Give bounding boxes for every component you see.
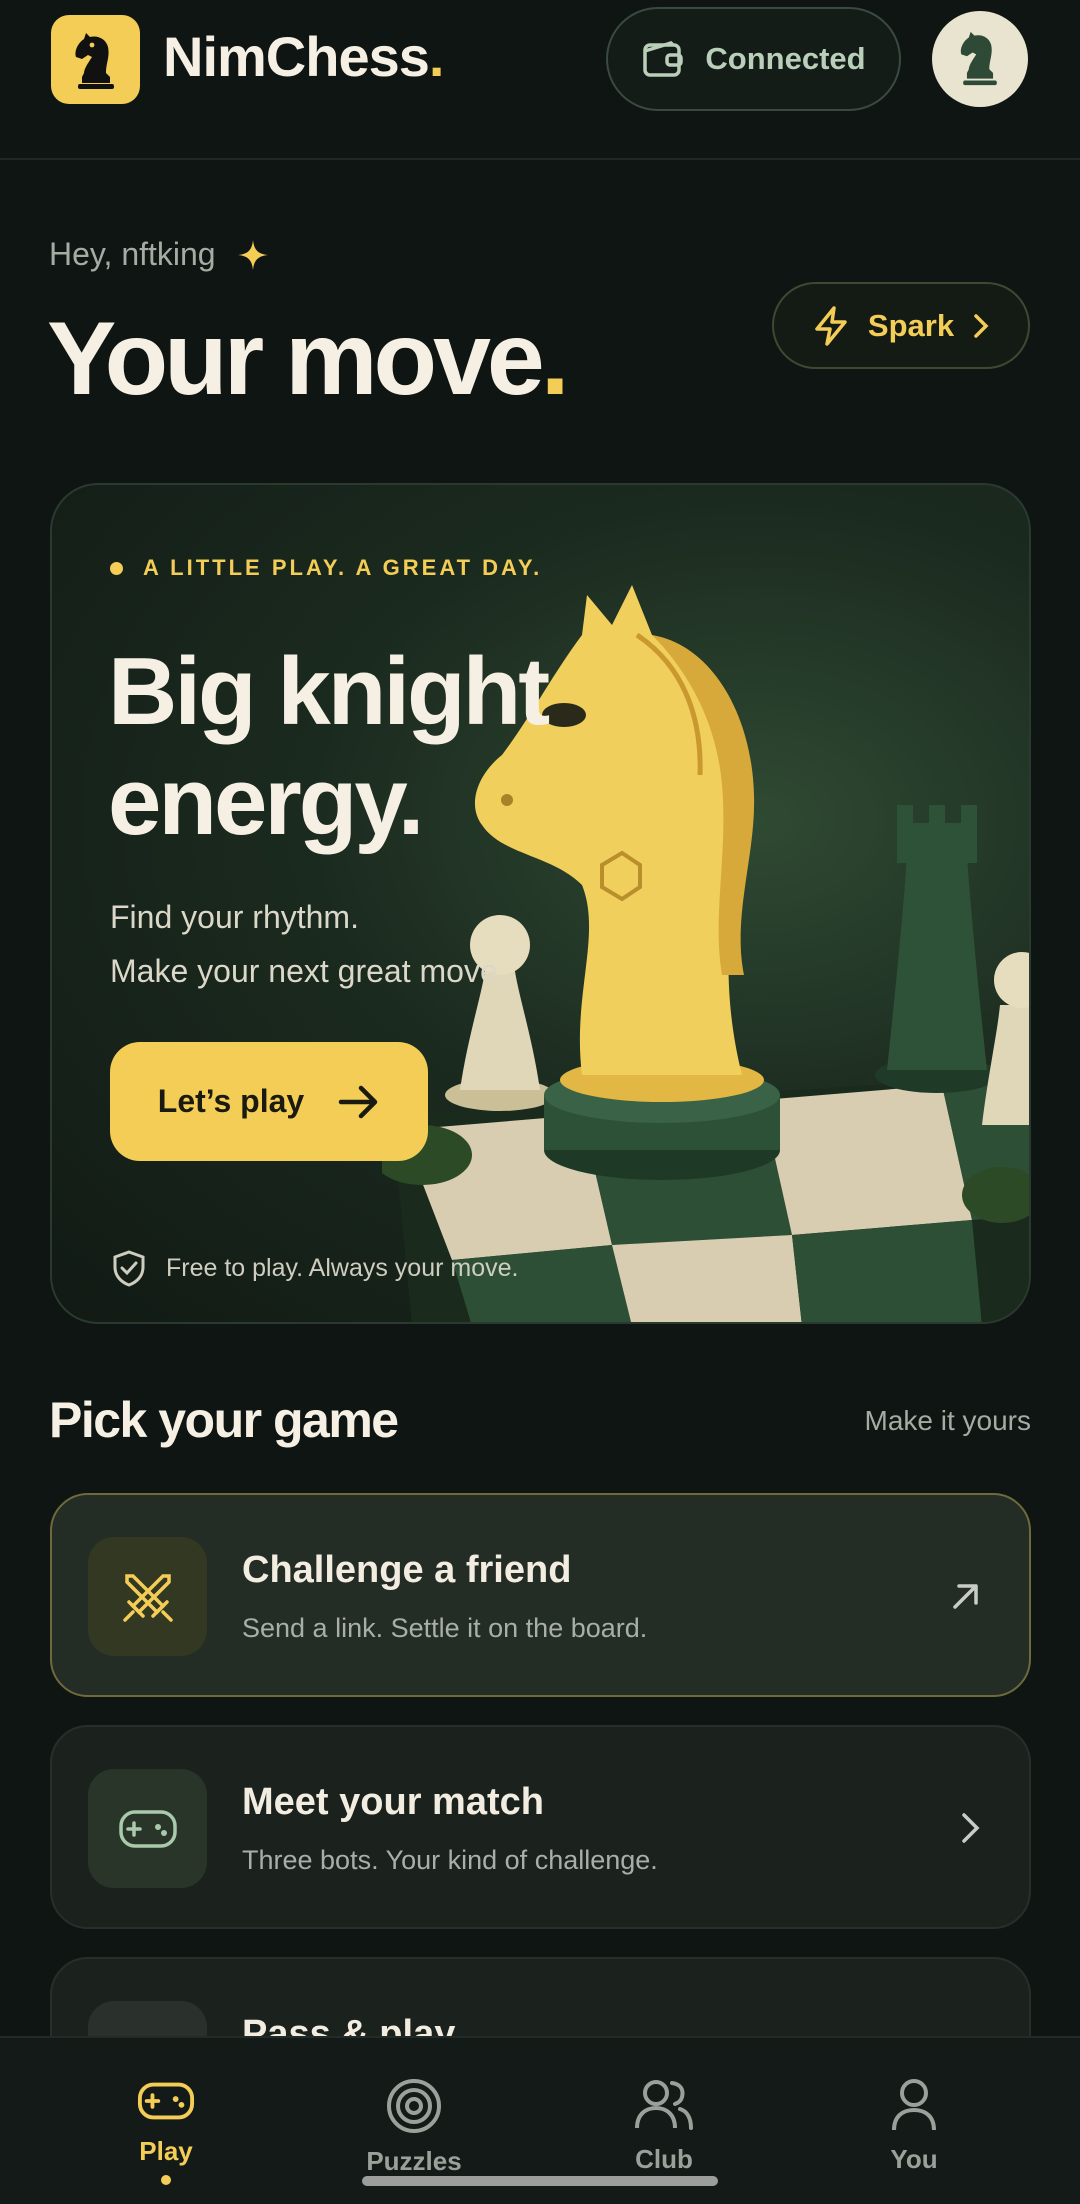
hero-title-line1: Big knight xyxy=(108,638,550,745)
hero-title: Big knight energy. xyxy=(108,637,608,857)
lets-play-button[interactable]: Let’s play xyxy=(110,1042,428,1161)
arrow-up-right-icon xyxy=(953,1584,978,1609)
hero-subtitle: Find your rhythm. Make your next great m… xyxy=(110,890,507,998)
eyebrow-dot xyxy=(110,561,123,575)
hero-subtitle-line2: Make your next great move. xyxy=(110,953,507,989)
wallet-status-label: Connected xyxy=(705,41,866,76)
sparkle-icon xyxy=(237,239,268,270)
page-title: Your move. xyxy=(47,300,570,419)
nav-you[interactable]: You xyxy=(834,2078,994,2175)
hero-footnote-text: Free to play. Always your move. xyxy=(166,1253,519,1282)
brand-text: NimChess xyxy=(163,25,430,88)
challenge-friend-card[interactable]: Challenge a friend Send a link. Settle i… xyxy=(50,1493,1031,1697)
nav-label-puzzles: Puzzles xyxy=(366,2146,462,2176)
home-indicator[interactable] xyxy=(362,2176,718,2186)
gamepad-icon xyxy=(137,2082,195,2120)
hero-card: A LITTLE PLAY. A GREAT DAY. Big knight e… xyxy=(50,483,1031,1324)
hero-eyebrow: A LITTLE PLAY. A GREAT DAY. xyxy=(110,555,542,581)
nav-club[interactable]: Club xyxy=(584,2078,744,2175)
greeting: Hey, nftking xyxy=(49,236,270,273)
chevron-right-icon xyxy=(962,1813,980,1843)
hero-footnote: Free to play. Always your move. xyxy=(112,1249,518,1287)
meet-your-match-card[interactable]: Meet your match Three bots. Your kind of… xyxy=(50,1725,1031,1929)
greeting-text: Hey, nftking xyxy=(49,236,216,272)
hero-eyebrow-text: A LITTLE PLAY. A GREAT DAY. xyxy=(143,555,543,580)
swords-icon xyxy=(88,1537,207,1656)
hero-subtitle-line1: Find your rhythm. xyxy=(110,899,359,935)
spark-button[interactable]: Spark xyxy=(772,282,1030,369)
mode-title: Challenge a friend xyxy=(242,1549,572,1591)
nav-label-play: Play xyxy=(139,2136,193,2166)
mode-subtitle: Three bots. Your kind of challenge. xyxy=(242,1845,658,1875)
nav-puzzles[interactable]: Puzzles xyxy=(334,2078,494,2177)
wallet-icon xyxy=(643,41,684,77)
mode-title: Meet your match xyxy=(242,1781,544,1823)
app-header: NimChess. Connected xyxy=(0,0,1080,160)
wallet-connected-button[interactable]: Connected xyxy=(606,7,901,111)
user-icon xyxy=(892,2079,936,2131)
brand-dot: . xyxy=(428,25,445,88)
page-title-dot: . xyxy=(540,301,570,417)
lightning-icon xyxy=(815,305,847,346)
nav-active-dot xyxy=(161,2175,171,2185)
page-title-text: Your move xyxy=(47,301,545,417)
spark-label: Spark xyxy=(867,307,955,343)
make-it-yours-link[interactable]: Make it yours xyxy=(865,1405,1032,1437)
hero-title-line2: energy. xyxy=(108,748,424,855)
nav-play[interactable]: Play xyxy=(86,2078,246,2185)
arrow-right-icon xyxy=(338,1085,378,1118)
nav-label-you: You xyxy=(890,2144,938,2174)
lets-play-label: Let’s play xyxy=(157,1083,305,1119)
knight-avatar-icon xyxy=(960,31,997,86)
chevron-right-icon xyxy=(974,313,989,338)
gamepad-icon xyxy=(88,1769,207,1888)
users-icon xyxy=(635,2080,693,2130)
avatar[interactable] xyxy=(932,11,1028,107)
shield-check-icon xyxy=(113,1250,145,1287)
target-icon xyxy=(387,2079,441,2133)
brand-name: NimChess. xyxy=(163,24,445,89)
section-title: Pick your game xyxy=(49,1392,399,1448)
logo-knight-icon[interactable] xyxy=(51,15,140,104)
mode-subtitle: Send a link. Settle it on the board. xyxy=(242,1613,648,1643)
nav-label-club: Club xyxy=(635,2144,693,2174)
